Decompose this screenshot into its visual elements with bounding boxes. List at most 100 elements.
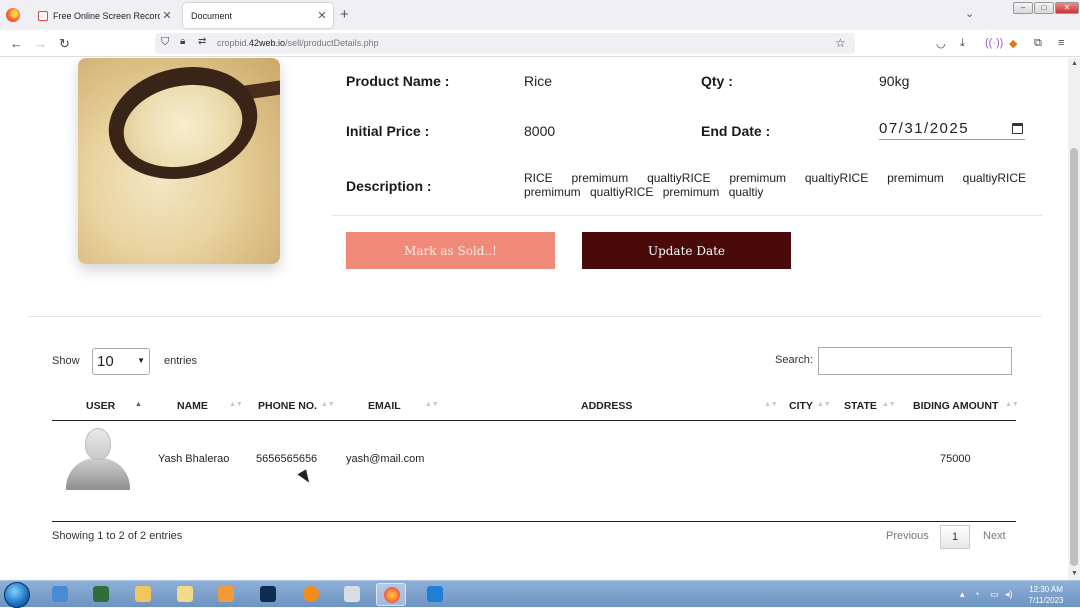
pocket-icon[interactable]: ◡ — [936, 37, 946, 50]
close-tab-icon[interactable]: ✕ — [160, 9, 174, 22]
start-button-icon[interactable] — [4, 582, 30, 608]
column-header-address[interactable]: ADDRESS — [581, 400, 632, 412]
vscode-icon — [427, 586, 443, 602]
current-page-button[interactable]: 1 — [940, 525, 970, 549]
sort-icon: ▲▼ — [1005, 401, 1019, 408]
column-header-user[interactable]: USER — [86, 400, 115, 412]
close-window-icon[interactable]: ✕ — [1055, 2, 1079, 14]
downloads-icon[interactable]: ⤓ — [960, 37, 965, 50]
scroll-down-icon[interactable]: ▼ — [1071, 570, 1078, 577]
avatar — [64, 426, 132, 490]
taskbar-app-fl[interactable] — [296, 583, 326, 606]
taskbar: ▴ ◔ ▭ ◂) 12:30 AM 7/11/2023 — [0, 580, 1080, 608]
clock-date: 7/11/2023 — [1028, 596, 1064, 605]
calendar-icon[interactable] — [1012, 123, 1023, 134]
chevron-down-icon: ▼ — [137, 356, 145, 365]
cell-email: yash@mail.com — [346, 453, 425, 465]
column-header-state[interactable]: STATE — [844, 400, 877, 412]
product-name-value: Rice — [524, 73, 553, 89]
taskbar-app-folder[interactable] — [170, 583, 200, 606]
tab-document[interactable]: Document ✕ — [183, 3, 333, 28]
page-length-select[interactable]: 10 ▼ — [92, 348, 150, 375]
search-label: Search: — [775, 354, 813, 366]
section-divider — [27, 316, 1042, 317]
remote-desktop-icon — [52, 586, 68, 602]
mark-as-sold-button[interactable]: Mark as Sold..! — [346, 232, 555, 269]
back-icon[interactable]: ← — [10, 36, 23, 51]
fruit-icon — [303, 586, 319, 602]
qty-label: Qty : — [701, 73, 733, 89]
reload-icon[interactable]: ↻ — [59, 36, 70, 52]
shield-icon[interactable]: ⛉ — [161, 36, 169, 49]
previous-page-button[interactable]: Previous — [886, 530, 929, 542]
cell-amount: 75000 — [940, 453, 971, 465]
maximize-window-icon[interactable]: □ — [1034, 2, 1054, 14]
header-rule — [52, 420, 1016, 421]
metamask-icon[interactable]: ◆ — [1009, 37, 1017, 50]
sort-asc-icon: ▲ — [135, 401, 142, 408]
close-tab-icon[interactable]: ✕ — [315, 9, 329, 22]
scrollbar-thumb[interactable] — [1070, 148, 1078, 566]
column-header-phone[interactable]: PHONE NO. — [258, 400, 317, 412]
end-date-input[interactable]: 07/31/2025 — [879, 120, 1025, 140]
sort-icon: ▲▼ — [229, 401, 243, 408]
terminal-icon — [93, 586, 109, 602]
url-text[interactable]: cropbid.42web.io/sell/productDetails.php — [217, 38, 379, 48]
url-path: /sell/productDetails.php — [285, 38, 379, 48]
snipping-tool-icon — [344, 586, 360, 602]
navigation-toolbar: ← → ↻ ⛉ 🔒︎ ⇄ cropbid.42web.io/sell/produ… — [0, 30, 1080, 57]
taskbar-app-snipping[interactable] — [337, 583, 367, 606]
list-all-tabs-icon[interactable]: ⌄ — [965, 7, 974, 20]
wifi-icon[interactable]: ◔ — [974, 589, 979, 599]
taskbar-app-photoshop[interactable] — [253, 583, 283, 606]
initial-price-label: Initial Price : — [346, 123, 430, 139]
volume-icon[interactable]: ◂) — [1005, 589, 1013, 600]
extensions-puzzle-icon[interactable]: ⧉ — [1034, 37, 1042, 50]
system-clock[interactable]: 12:30 AM 7/11/2023 — [1018, 584, 1074, 606]
column-header-name[interactable]: NAME — [177, 400, 208, 412]
extension-icon[interactable]: ((·)) — [985, 37, 1003, 49]
next-page-button[interactable]: Next — [983, 530, 1006, 542]
footer-rule — [52, 521, 1016, 522]
cell-name: Yash Bhalerao — [158, 453, 230, 465]
taskbar-app-media[interactable] — [211, 583, 241, 606]
show-hidden-icons-icon[interactable]: ▴ — [960, 589, 965, 600]
url-bar[interactable]: ⛉ 🔒︎ ⇄ cropbid.42web.io/sell/productDeta… — [155, 33, 855, 54]
tab-screen-recorder[interactable]: Free Online Screen Recorder & ✕ — [30, 3, 178, 28]
entries-label: entries — [164, 355, 198, 367]
scroll-up-icon[interactable]: ▲ — [1071, 60, 1078, 67]
mouse-cursor — [297, 469, 313, 486]
column-header-biding-amount[interactable]: BIDING AMOUNT — [913, 400, 998, 412]
avatar-body — [66, 458, 130, 490]
taskbar-app-terminal[interactable] — [86, 583, 116, 606]
firefox-icon[interactable] — [6, 8, 20, 22]
recorder-favicon-icon — [38, 10, 48, 21]
minimize-window-icon[interactable]: – — [1013, 2, 1033, 14]
clock-time: 12:30 AM — [1029, 585, 1063, 594]
url-host: 42web.io — [249, 38, 286, 48]
network-icon[interactable]: ▭ — [990, 589, 999, 600]
divider — [332, 215, 1042, 216]
search-input[interactable] — [818, 347, 1012, 375]
page-length-value: 10 — [97, 353, 114, 370]
update-date-button[interactable]: Update Date — [582, 232, 791, 269]
taskbar-app-firefox[interactable] — [376, 583, 406, 606]
lock-icon[interactable]: 🔒︎ — [180, 36, 185, 47]
product-name-label: Product Name : — [346, 73, 450, 89]
sort-icon: ▲▼ — [321, 401, 335, 408]
column-header-email[interactable]: EMAIL — [368, 400, 401, 412]
bookmark-star-icon[interactable]: ☆ — [835, 36, 846, 50]
taskbar-app-remote[interactable] — [45, 583, 75, 606]
tab-bar: Free Online Screen Recorder & ✕ Document… — [0, 0, 1080, 30]
table-info: Showing 1 to 2 of 2 entries — [52, 530, 183, 542]
column-header-city[interactable]: CITY — [789, 400, 813, 412]
end-date-label: End Date : — [701, 123, 771, 139]
url-prefix: cropbid. — [217, 38, 250, 48]
taskbar-app-vscode[interactable] — [420, 583, 450, 606]
forward-icon[interactable]: → — [34, 36, 47, 51]
permissions-icon[interactable]: ⇄ — [198, 36, 206, 47]
hamburger-menu-icon[interactable]: ≡ — [1058, 37, 1064, 49]
taskbar-app-explorer[interactable] — [128, 583, 158, 606]
new-tab-icon[interactable]: + — [340, 6, 349, 23]
tab-title: Document — [191, 10, 233, 21]
